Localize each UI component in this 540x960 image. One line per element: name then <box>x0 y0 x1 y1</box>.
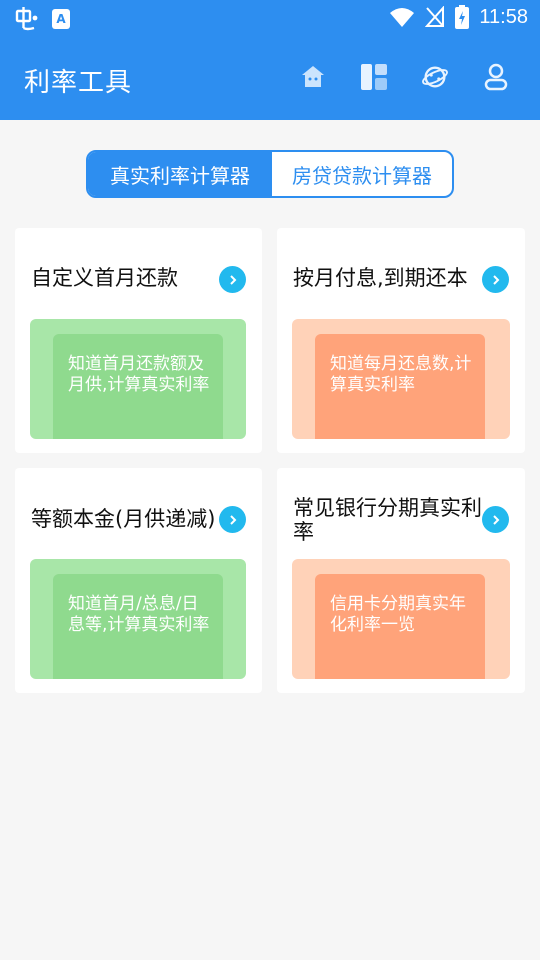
card-custom-first-month[interactable]: 自定义首月还款 知道首月还款额及月供,计算真实利率 <box>15 228 262 453</box>
card-title: 按月付息,到期还本 <box>293 266 468 290</box>
chevron-right-icon[interactable] <box>219 266 246 293</box>
card-illustration: 知道首月还款额及月供,计算真实利率 <box>30 319 246 439</box>
tab-real-rate-calculator[interactable]: 真实利率计算器 <box>88 152 272 196</box>
card-bank-installment[interactable]: 常见银行分期真实利率 信用卡分期真实年化利率一览 <box>277 468 525 693</box>
wifi-icon <box>390 8 415 27</box>
chevron-right-icon[interactable] <box>482 266 509 293</box>
calculator-tabs: 真实利率计算器 房贷贷款计算器 <box>86 150 454 198</box>
card-illustration: 信用卡分期真实年化利率一览 <box>292 559 510 679</box>
chinese-char-icon <box>15 7 38 31</box>
planet-icon[interactable] <box>421 62 449 92</box>
card-title: 等额本金(月供递减) <box>31 507 216 531</box>
page-title: 利率工具 <box>24 68 133 98</box>
chevron-right-icon[interactable] <box>219 506 246 533</box>
user-icon[interactable] <box>482 62 510 92</box>
card-monthly-interest[interactable]: 按月付息,到期还本 知道每月还息数,计算真实利率 <box>277 228 525 453</box>
card-illustration: 知道首月/总息/日息等,计算真实利率 <box>30 559 246 679</box>
app-header: A 11:58 利率工具 <box>0 0 540 120</box>
dashboard-icon[interactable] <box>360 62 388 92</box>
card-description: 知道首月还款额及月供,计算真实利率 <box>68 354 210 395</box>
clock: 11:58 <box>479 5 528 28</box>
card-title: 常见银行分期真实利率 <box>293 496 482 544</box>
card-description: 知道首月/总息/日息等,计算真实利率 <box>68 594 210 635</box>
status-bar: A 11:58 <box>0 0 540 40</box>
tab-mortgage-calculator[interactable]: 房贷贷款计算器 <box>272 152 452 196</box>
card-equal-principal[interactable]: 等额本金(月供递减) 知道首月/总息/日息等,计算真实利率 <box>15 468 262 693</box>
card-description: 信用卡分期真实年化利率一览 <box>330 594 466 635</box>
card-illustration: 知道每月还息数,计算真实利率 <box>292 319 510 439</box>
no-signal-icon <box>425 6 445 27</box>
battery-charging-icon <box>455 5 470 29</box>
card-title: 自定义首月还款 <box>31 266 178 290</box>
chevron-right-icon[interactable] <box>482 506 509 533</box>
card-description: 知道每月还息数,计算真实利率 <box>330 354 472 395</box>
home-icon[interactable] <box>299 62 327 92</box>
app-letter-icon: A <box>52 9 70 29</box>
